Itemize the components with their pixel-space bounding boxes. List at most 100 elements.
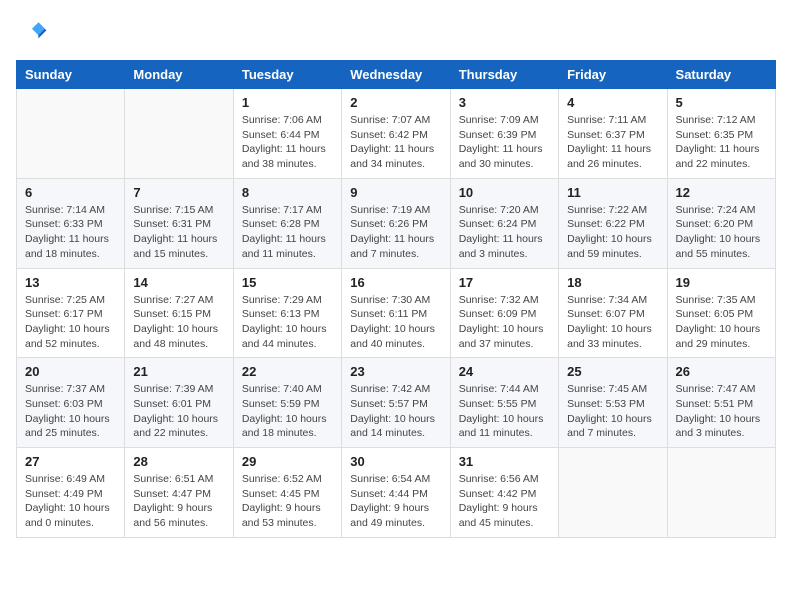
calendar-day-cell: 19 Sunrise: 7:35 AMSunset: 6:05 PMDayligh… [667, 268, 775, 358]
day-number: 31 [459, 454, 550, 469]
calendar-day-cell: 23Sunrise: 7:42 AMSunset: 5:57 PMDayligh… [342, 358, 450, 448]
day-number: 15 [242, 275, 333, 290]
day-of-week-header: Monday [125, 61, 233, 89]
day-number: 6 [25, 185, 116, 200]
calendar-week-row: 20 Sunrise: 7:37 AMSunset: 6:03 PMDayligh… [17, 358, 776, 448]
day-info: Sunrise: 6:51 AMSunset: 4:47 PMDaylight:… [133, 472, 224, 531]
day-number: 30 [350, 454, 441, 469]
calendar-day-cell: 7Sunrise: 7:15 AMSunset: 6:31 PMDaylight… [125, 178, 233, 268]
day-number: 27 [25, 454, 116, 469]
calendar-week-row: 1 Sunrise: 7:06 AMSunset: 6:44 PMDaylight… [17, 89, 776, 179]
calendar-day-cell: 16 Sunrise: 7:30 AMSunset: 6:11 PMDayligh… [342, 268, 450, 358]
day-number: 26 [676, 364, 767, 379]
calendar-day-cell: 29 Sunrise: 6:52 AMSunset: 4:45 PMDayligh… [233, 448, 341, 538]
day-info: Sunrise: 6:52 AMSunset: 4:45 PMDaylight:… [242, 472, 333, 531]
day-info: Sunrise: 7:45 AMSunset: 5:53 PMDaylight:… [567, 382, 658, 441]
calendar-day-cell: 30 Sunrise: 6:54 AMSunset: 4:44 PMDayligh… [342, 448, 450, 538]
day-number: 8 [242, 185, 333, 200]
day-info: Sunrise: 7:34 AMSunset: 6:07 PMDaylight:… [567, 293, 658, 352]
calendar-day-cell: 10 Sunrise: 7:20 AMSunset: 6:24 PMDayligh… [450, 178, 558, 268]
day-info: Sunrise: 6:56 AMSunset: 4:42 PMDaylight:… [459, 472, 550, 531]
calendar-day-cell [125, 89, 233, 179]
day-info: Sunrise: 7:25 AMSunset: 6:17 PMDaylight:… [25, 293, 116, 352]
day-number: 9 [350, 185, 441, 200]
day-number: 1 [242, 95, 333, 110]
day-info: Sunrise: 7:30 AMSunset: 6:11 PMDaylight:… [350, 293, 441, 352]
day-info: Sunrise: 6:49 AMSunset: 4:49 PMDaylight:… [25, 472, 116, 531]
calendar-day-cell: 8 Sunrise: 7:17 AMSunset: 6:28 PMDaylight… [233, 178, 341, 268]
calendar-day-cell: 13 Sunrise: 7:25 AMSunset: 6:17 PMDayligh… [17, 268, 125, 358]
day-number: 5 [676, 95, 767, 110]
calendar-day-cell: 1 Sunrise: 7:06 AMSunset: 6:44 PMDaylight… [233, 89, 341, 179]
day-number: 3 [459, 95, 550, 110]
calendar-day-cell: 3 Sunrise: 7:09 AMSunset: 6:39 PMDaylight… [450, 89, 558, 179]
logo-icon [16, 16, 48, 48]
calendar-day-cell [17, 89, 125, 179]
calendar-day-cell: 2Sunrise: 7:07 AMSunset: 6:42 PMDaylight… [342, 89, 450, 179]
calendar-week-row: 27 Sunrise: 6:49 AMSunset: 4:49 PMDayligh… [17, 448, 776, 538]
day-info: Sunrise: 7:19 AMSunset: 6:26 PMDaylight:… [350, 203, 441, 262]
day-info: Sunrise: 7:32 AMSunset: 6:09 PMDaylight:… [459, 293, 550, 352]
day-info: Sunrise: 7:17 AMSunset: 6:28 PMDaylight:… [242, 203, 333, 262]
day-info: Sunrise: 7:24 AMSunset: 6:20 PMDaylight:… [676, 203, 767, 262]
calendar-day-cell: 9 Sunrise: 7:19 AMSunset: 6:26 PMDaylight… [342, 178, 450, 268]
day-number: 11 [567, 185, 658, 200]
day-info: Sunrise: 7:07 AMSunset: 6:42 PMDaylight:… [350, 113, 441, 172]
calendar-day-cell: 28Sunrise: 6:51 AMSunset: 4:47 PMDayligh… [125, 448, 233, 538]
day-info: Sunrise: 7:29 AMSunset: 6:13 PMDaylight:… [242, 293, 333, 352]
day-number: 12 [676, 185, 767, 200]
day-number: 14 [133, 275, 224, 290]
day-info: Sunrise: 7:47 AMSunset: 5:51 PMDaylight:… [676, 382, 767, 441]
day-number: 18 [567, 275, 658, 290]
day-number: 16 [350, 275, 441, 290]
calendar-day-cell: 15 Sunrise: 7:29 AMSunset: 6:13 PMDayligh… [233, 268, 341, 358]
day-info: Sunrise: 7:40 AMSunset: 5:59 PMDaylight:… [242, 382, 333, 441]
day-info: Sunrise: 6:54 AMSunset: 4:44 PMDaylight:… [350, 472, 441, 531]
day-info: Sunrise: 7:27 AMSunset: 6:15 PMDaylight:… [133, 293, 224, 352]
day-number: 20 [25, 364, 116, 379]
day-number: 21 [133, 364, 224, 379]
day-info: Sunrise: 7:39 AMSunset: 6:01 PMDaylight:… [133, 382, 224, 441]
calendar-week-row: 6Sunrise: 7:14 AMSunset: 6:33 PMDaylight… [17, 178, 776, 268]
calendar-table: SundayMondayTuesdayWednesdayThursdayFrid… [16, 60, 776, 538]
calendar-week-row: 13 Sunrise: 7:25 AMSunset: 6:17 PMDayligh… [17, 268, 776, 358]
page-header [16, 16, 776, 48]
day-of-week-header: Tuesday [233, 61, 341, 89]
calendar-day-cell: 4 Sunrise: 7:11 AMSunset: 6:37 PMDaylight… [559, 89, 667, 179]
calendar-day-cell: 21 Sunrise: 7:39 AMSunset: 6:01 PMDayligh… [125, 358, 233, 448]
day-of-week-header: Saturday [667, 61, 775, 89]
day-info: Sunrise: 7:35 AMSunset: 6:05 PMDaylight:… [676, 293, 767, 352]
calendar-day-cell: 12 Sunrise: 7:24 AMSunset: 6:20 PMDayligh… [667, 178, 775, 268]
day-number: 29 [242, 454, 333, 469]
day-of-week-header: Thursday [450, 61, 558, 89]
day-number: 4 [567, 95, 658, 110]
day-number: 19 [676, 275, 767, 290]
calendar-day-cell: 17 Sunrise: 7:32 AMSunset: 6:09 PMDayligh… [450, 268, 558, 358]
calendar-day-cell [667, 448, 775, 538]
calendar-day-cell: 24Sunrise: 7:44 AMSunset: 5:55 PMDayligh… [450, 358, 558, 448]
day-info: Sunrise: 7:37 AMSunset: 6:03 PMDaylight:… [25, 382, 116, 441]
day-info: Sunrise: 7:42 AMSunset: 5:57 PMDaylight:… [350, 382, 441, 441]
calendar-day-cell: 27 Sunrise: 6:49 AMSunset: 4:49 PMDayligh… [17, 448, 125, 538]
day-number: 22 [242, 364, 333, 379]
day-of-week-header: Wednesday [342, 61, 450, 89]
day-info: Sunrise: 7:20 AMSunset: 6:24 PMDaylight:… [459, 203, 550, 262]
calendar-header-row: SundayMondayTuesdayWednesdayThursdayFrid… [17, 61, 776, 89]
calendar-day-cell: 20 Sunrise: 7:37 AMSunset: 6:03 PMDayligh… [17, 358, 125, 448]
calendar-day-cell: 22 Sunrise: 7:40 AMSunset: 5:59 PMDayligh… [233, 358, 341, 448]
day-number: 25 [567, 364, 658, 379]
calendar-day-cell [559, 448, 667, 538]
day-number: 17 [459, 275, 550, 290]
day-info: Sunrise: 7:12 AMSunset: 6:35 PMDaylight:… [676, 113, 767, 172]
calendar-day-cell: 25 Sunrise: 7:45 AMSunset: 5:53 PMDayligh… [559, 358, 667, 448]
day-info: Sunrise: 7:09 AMSunset: 6:39 PMDaylight:… [459, 113, 550, 172]
day-number: 10 [459, 185, 550, 200]
calendar-day-cell: 31 Sunrise: 6:56 AMSunset: 4:42 PMDayligh… [450, 448, 558, 538]
day-number: 13 [25, 275, 116, 290]
day-info: Sunrise: 7:11 AMSunset: 6:37 PMDaylight:… [567, 113, 658, 172]
logo [16, 16, 52, 48]
day-info: Sunrise: 7:15 AMSunset: 6:31 PMDaylight:… [133, 203, 224, 262]
calendar-day-cell: 26 Sunrise: 7:47 AMSunset: 5:51 PMDayligh… [667, 358, 775, 448]
calendar-day-cell: 14 Sunrise: 7:27 AMSunset: 6:15 PMDayligh… [125, 268, 233, 358]
day-info: Sunrise: 7:06 AMSunset: 6:44 PMDaylight:… [242, 113, 333, 172]
